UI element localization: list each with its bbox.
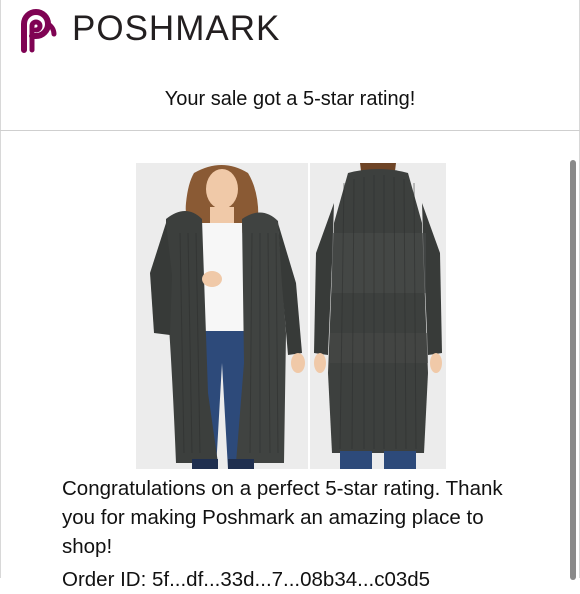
email-header: POSHMARK xyxy=(0,0,580,60)
header-divider xyxy=(0,130,580,131)
poshmark-logo-icon xyxy=(21,9,57,53)
brand-wordmark: POSHMARK xyxy=(72,9,281,48)
product-photo-front-image xyxy=(136,163,308,469)
product-photo-back-image xyxy=(310,163,446,469)
product-photo-back[interactable] xyxy=(310,163,446,469)
email-subject-line: Your sale got a 5-star rating! xyxy=(164,88,416,110)
scrollbar[interactable] xyxy=(570,160,576,580)
rating-congrats-message: Congratulations on a perfect 5-star rati… xyxy=(62,477,503,558)
product-photo-front[interactable] xyxy=(136,163,308,469)
